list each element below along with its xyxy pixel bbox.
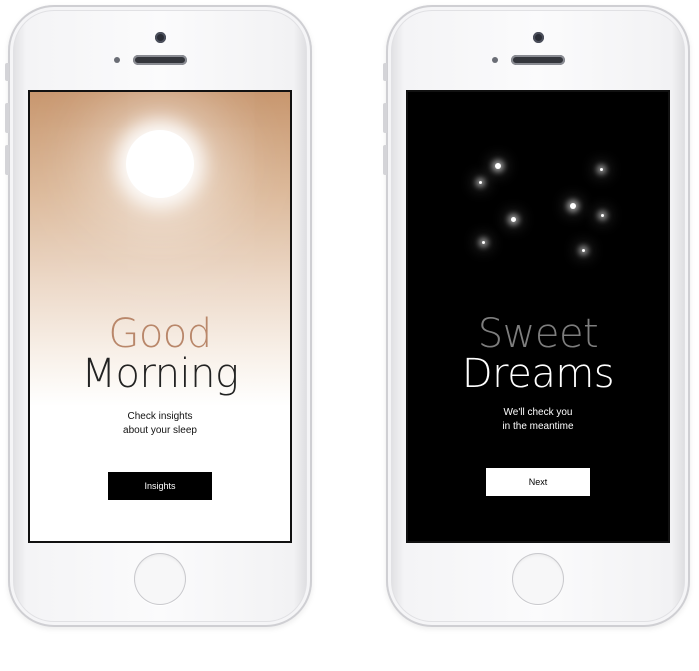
earpiece-speaker [511,55,565,65]
phone-device-right: Sweet Dreams We'll check you in the mean… [383,5,690,627]
front-camera [154,32,166,43]
mute-switch [383,63,387,81]
subtitle: Check insights about your sleep [30,410,290,438]
proximity-sensor [492,57,498,63]
star-icon [495,163,501,169]
star-icon [582,249,585,252]
star-icon [511,217,516,222]
star-icon [482,241,485,244]
subtitle: We'll check you in the meantime [408,406,668,434]
mute-switch [5,63,9,81]
title-line-1: Good [108,311,212,357]
sun-icon [126,130,194,198]
subtitle-line-2: about your sleep [123,425,197,436]
home-button[interactable] [134,553,186,605]
home-button[interactable] [512,553,564,605]
star-icon [601,214,604,217]
star-icon [570,203,576,209]
phone-device-left: Good Morning Check insights about your s… [5,5,312,627]
subtitle-line-2: in the meantime [502,421,574,432]
front-camera [532,32,544,43]
volume-up-button [5,103,9,133]
subtitle-line-1: We'll check you [503,407,573,418]
star-icon [600,168,603,171]
title-line-2: Morning [81,351,239,397]
star-icon [479,181,482,184]
title-line-2: Dreams [461,351,615,397]
volume-down-button [5,145,9,175]
proximity-sensor [114,57,120,63]
volume-down-button [383,145,387,175]
good-morning-screen: Good Morning Check insights about your s… [28,90,292,543]
sweet-dreams-screen: Sweet Dreams We'll check you in the mean… [406,90,670,543]
volume-up-button [383,103,387,133]
earpiece-speaker [133,55,187,65]
subtitle-line-1: Check insights [127,411,193,422]
insights-button[interactable]: Insights [108,472,212,500]
next-button[interactable]: Next [486,468,590,496]
title-line-1: Sweet [477,311,599,357]
